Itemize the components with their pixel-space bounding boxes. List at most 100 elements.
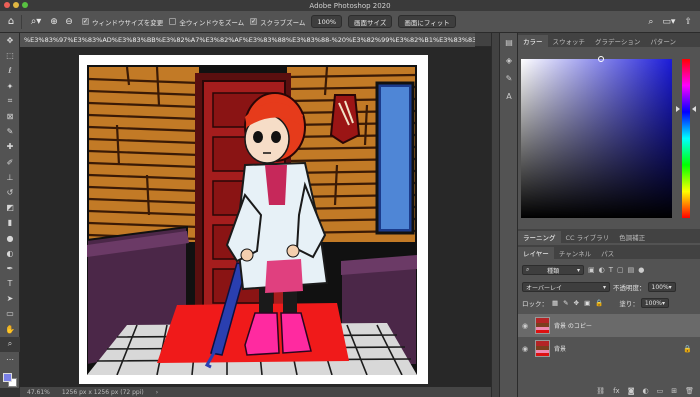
home-icon[interactable]: ⌂: [4, 15, 18, 29]
character-panel-icon[interactable]: A: [500, 87, 518, 105]
more-tools-icon[interactable]: ⋯: [0, 352, 20, 367]
link-layers-icon[interactable]: ⛓: [596, 387, 605, 395]
path-selection-tool-icon[interactable]: ➤: [0, 291, 20, 306]
history-panel-icon[interactable]: ▤: [500, 33, 518, 51]
new-group-icon[interactable]: ▭: [657, 387, 664, 395]
foreground-color-swatch[interactable]: [3, 373, 12, 382]
minimize-window-button[interactable]: [13, 2, 19, 8]
hand-tool-icon[interactable]: ✋: [0, 322, 20, 337]
color-picker-field[interactable]: [521, 56, 672, 218]
type-tool-icon[interactable]: T: [0, 276, 20, 291]
tab-gradients[interactable]: グラデーション: [590, 35, 645, 47]
clone-stamp-tool-icon[interactable]: ⊥: [0, 170, 20, 185]
type-filter-icon[interactable]: T: [609, 266, 613, 274]
new-layer-icon[interactable]: ⊞: [671, 387, 677, 395]
tab-swatches[interactable]: スウォッチ: [548, 35, 591, 47]
lasso-tool-icon[interactable]: ℓ: [0, 63, 20, 78]
fill-screen-button[interactable]: 画面にフィット: [398, 15, 456, 28]
lock-transparent-icon[interactable]: ▦: [552, 299, 558, 307]
chevron-down-icon: ▾: [576, 266, 580, 274]
shape-filter-icon[interactable]: ▢: [617, 266, 624, 274]
search-icon[interactable]: ⌕: [648, 17, 653, 27]
eraser-tool-icon[interactable]: ◩: [0, 200, 20, 215]
pen-tool-icon[interactable]: ✒: [0, 261, 20, 276]
rectangle-tool-icon[interactable]: ▭: [0, 306, 20, 321]
document-canvas[interactable]: [79, 55, 428, 384]
adjustment-layer-icon[interactable]: ◐: [643, 387, 649, 395]
magic-wand-tool-icon[interactable]: ✦: [0, 79, 20, 94]
document-tab-title: %E3%83%97%E3%83%AD%E3%83%BB%E3%82%A7%E3%…: [24, 36, 475, 44]
dodge-tool-icon[interactable]: ◐: [0, 246, 20, 261]
eye-icon[interactable]: ◉: [518, 345, 532, 353]
gradient-tool-icon[interactable]: ▮: [0, 215, 20, 230]
panel-collapse-strip[interactable]: [491, 33, 500, 397]
layer-row[interactable]: ◉ 背景 🔒: [518, 337, 700, 360]
lock-all-icon[interactable]: 🔒: [595, 299, 603, 307]
delete-layer-icon[interactable]: 🗑: [685, 387, 694, 395]
blend-mode-select[interactable]: オーバーレイ ▾: [522, 282, 610, 292]
fill-value: 100%: [644, 299, 662, 307]
fill-field[interactable]: 100% ▾: [640, 298, 669, 308]
zoom-tool-icon[interactable]: ⌕: [0, 336, 20, 352]
hue-slider[interactable]: [682, 59, 690, 218]
eyedropper-tool-icon[interactable]: ✎: [0, 124, 20, 139]
crop-tool-icon[interactable]: ⌗: [0, 94, 20, 109]
frame-tool-icon[interactable]: ⊠: [0, 109, 20, 124]
eye-icon[interactable]: ◉: [518, 322, 532, 330]
document-tab[interactable]: %E3%83%97%E3%83%AD%E3%83%BB%E3%82%A7%E3%…: [20, 33, 475, 47]
lock-artboard-icon[interactable]: ▣: [584, 299, 590, 307]
fill-label: 塗り：: [619, 300, 639, 308]
scrubby-zoom-label: スクラブズーム: [260, 18, 306, 27]
zoom-value-button[interactable]: 100%: [311, 15, 343, 28]
add-mask-icon[interactable]: ◙: [628, 387, 635, 395]
zoom-all-checkbox[interactable]: 全ウィンドウをズーム: [169, 17, 244, 27]
marquee-tool-icon[interactable]: ⬚: [0, 48, 20, 63]
layer-row[interactable]: ◉ 背景 のコピー: [518, 314, 700, 337]
color-picker-handle[interactable]: [598, 56, 604, 62]
layer-name[interactable]: 背景: [554, 344, 566, 353]
workspace-icon[interactable]: ▭▾: [662, 17, 675, 27]
close-window-button[interactable]: [4, 2, 10, 8]
artwork-image: [87, 65, 417, 375]
lock-position-icon[interactable]: ✥: [574, 299, 579, 307]
tab-layers[interactable]: レイヤー: [518, 247, 554, 259]
fit-screen-button[interactable]: 画面サイズ: [348, 15, 393, 28]
tab-patterns[interactable]: パターン: [645, 35, 681, 47]
brush-settings-icon[interactable]: ✎: [500, 69, 518, 87]
share-icon[interactable]: ⇪: [684, 17, 692, 27]
smart-object-filter-icon[interactable]: ▤: [628, 266, 635, 274]
lock-row: ロック： ▦ ✎ ✥ ▣ 🔒 塗り： 100% ▾: [518, 298, 700, 308]
zoom-tool-icon[interactable]: ⌕▾: [29, 15, 43, 29]
zoom-window-button[interactable]: [22, 2, 28, 8]
zoom-in-icon[interactable]: ⊕: [47, 15, 61, 29]
tab-cc-libraries[interactable]: CC ライブラリ: [561, 231, 615, 243]
lock-image-icon[interactable]: ✎: [563, 299, 568, 307]
adjustment-filter-icon[interactable]: ◐: [599, 266, 605, 274]
layer-name[interactable]: 背景 のコピー: [554, 321, 592, 330]
canvas-area[interactable]: [20, 47, 491, 387]
filter-toggle-icon[interactable]: ●: [638, 266, 644, 274]
zoom-out-icon[interactable]: ⊖: [62, 15, 76, 29]
tab-channels[interactable]: チャンネル: [554, 247, 596, 259]
pixel-filter-icon[interactable]: ▣: [588, 266, 595, 274]
status-expand-icon[interactable]: ›: [156, 389, 158, 396]
tab-adjustments[interactable]: 色調補正: [614, 231, 650, 243]
healing-brush-tool-icon[interactable]: ✚: [0, 139, 20, 154]
tab-learn[interactable]: ラーニング: [518, 231, 561, 243]
tab-paths[interactable]: パス: [596, 247, 619, 259]
blur-tool-icon[interactable]: ●: [0, 230, 20, 245]
move-tool-icon[interactable]: ✥: [0, 33, 20, 48]
scrubby-zoom-checkbox[interactable]: ✓ スクラブズーム: [250, 17, 305, 27]
properties-panel-icon[interactable]: ◈: [500, 51, 518, 69]
learn-panel-tabs: ラーニング CC ライブラリ 色調補正: [518, 229, 700, 243]
history-brush-tool-icon[interactable]: ↺: [0, 185, 20, 200]
tab-color[interactable]: カラー: [518, 35, 548, 47]
brush-tool-icon[interactable]: ✐: [0, 155, 20, 170]
right-panels: カラー スウォッチ グラデーション パターン ラーニング CC ライブラリ 色調…: [518, 33, 700, 397]
resize-windows-checkbox[interactable]: ✓ ウィンドウサイズを変更: [82, 17, 163, 27]
layer-filter-select[interactable]: ⌕ 種類 ▾: [522, 265, 584, 275]
layer-style-icon[interactable]: fx: [613, 387, 620, 395]
checkbox-unchecked-icon: [169, 18, 177, 25]
opacity-field[interactable]: 100% ▾: [647, 282, 676, 292]
zoom-status[interactable]: 47.61%: [27, 389, 50, 396]
